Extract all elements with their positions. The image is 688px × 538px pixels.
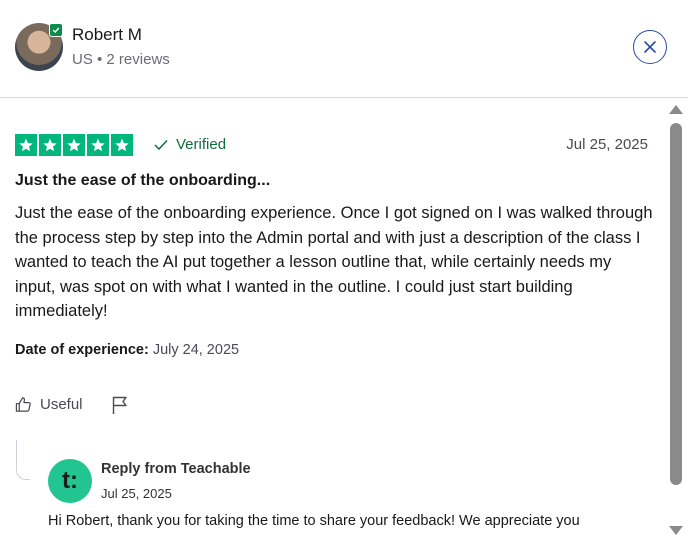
close-icon (644, 41, 656, 53)
teachable-logo: t: (48, 459, 92, 503)
reply-text: Hi Robert, thank you for taking the time… (48, 513, 580, 529)
star-icon (15, 134, 37, 156)
review-title: Just the ease of the onboarding... (15, 172, 271, 189)
star-icon (39, 134, 61, 156)
reviewer-name[interactable]: Robert M (72, 25, 142, 45)
useful-label: Useful (40, 396, 83, 413)
scroll-up-icon[interactable] (669, 105, 683, 114)
thumbs-up-icon (15, 397, 31, 412)
reviewer-avatar[interactable] (15, 23, 63, 71)
reply-from: Reply from Teachable (101, 461, 251, 477)
useful-button[interactable]: Useful (15, 396, 83, 413)
review-body: Just the ease of the onboarding experien… (15, 204, 653, 320)
reply-connector (16, 440, 30, 480)
experience-label: Date of experience: (15, 342, 149, 358)
verified-label[interactable]: Verified (154, 136, 226, 153)
scrollbar-thumb[interactable] (670, 123, 682, 485)
star-icon (63, 134, 85, 156)
date-of-experience: Date of experience: July 24, 2025 (15, 342, 239, 358)
reviewer-meta: US • 2 reviews (72, 51, 170, 68)
checkmark-icon (154, 139, 168, 150)
review-header: Robert M US • 2 reviews (0, 0, 688, 98)
star-icon (87, 134, 109, 156)
star-icon (111, 134, 133, 156)
review-date: Jul 25, 2025 (566, 136, 648, 153)
star-rating (15, 134, 133, 156)
scroll-down-icon[interactable] (669, 526, 683, 535)
verified-badge-icon (49, 23, 63, 37)
report-button[interactable] (111, 396, 129, 420)
reply-date: Jul 25, 2025 (101, 486, 172, 501)
verified-text: Verified (176, 136, 227, 153)
close-button[interactable] (633, 30, 667, 64)
experience-date: July 24, 2025 (152, 342, 240, 358)
flag-icon (112, 396, 127, 414)
